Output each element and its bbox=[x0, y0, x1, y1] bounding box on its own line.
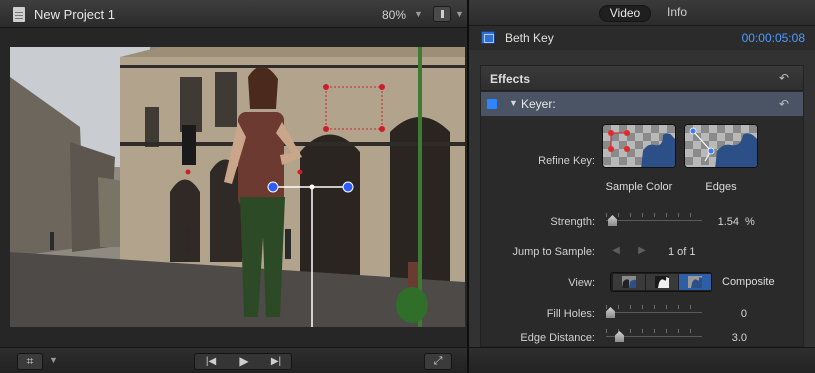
strength-slider[interactable] bbox=[606, 213, 702, 227]
keyer-effect-row[interactable]: ▼ Keyer: ↶ bbox=[481, 92, 803, 116]
next-sample-icon[interactable]: ▶ bbox=[631, 243, 653, 259]
tab-info[interactable]: Info bbox=[657, 5, 697, 22]
project-title: New Project 1 bbox=[34, 7, 115, 22]
effects-header: Effects ↶ bbox=[481, 66, 803, 91]
previous-sample-icon[interactable]: ◀ bbox=[605, 243, 627, 259]
project-document-icon bbox=[13, 7, 25, 22]
edge-distance-value[interactable]: 3.0 bbox=[711, 332, 747, 344]
edges-caption: Edges bbox=[705, 181, 737, 193]
inspector-panel: Video Info Beth Key 00:00:05:08 Effects … bbox=[469, 0, 815, 373]
clip-header: Beth Key 00:00:05:08 bbox=[469, 26, 815, 50]
sample-color-icon bbox=[603, 125, 675, 167]
fill-holes-label: Fill Holes: bbox=[546, 308, 595, 320]
view-mode-selector bbox=[610, 272, 712, 292]
view-matte-icon[interactable] bbox=[646, 274, 678, 290]
chevron-down-icon[interactable]: ▼ bbox=[455, 9, 464, 19]
skip-forward-icon[interactable]: ▶| bbox=[260, 354, 292, 369]
effect-enable-checkbox[interactable] bbox=[487, 99, 497, 109]
play-icon[interactable]: ▶ bbox=[228, 354, 260, 369]
effects-panel: Effects ↶ ▼ Keyer: ↶ Refine Key: Sample … bbox=[480, 65, 804, 347]
edge-distance-label: Edge Distance: bbox=[520, 332, 595, 344]
strength-label: Strength: bbox=[550, 216, 595, 228]
sample-count: 1 of 1 bbox=[668, 246, 696, 258]
effects-title: Effects bbox=[490, 72, 531, 86]
zoom-level[interactable]: 80% bbox=[382, 8, 406, 22]
viewer-title-bar: New Project 1 80% ▼ ▼ bbox=[0, 0, 467, 28]
refine-key-label: Refine Key: bbox=[538, 155, 595, 167]
fullscreen-icon[interactable]: ⤢ bbox=[424, 353, 452, 370]
clip-timecode: 00:00:05:08 bbox=[741, 31, 805, 45]
fill-holes-slider[interactable] bbox=[606, 305, 702, 319]
keyer-label: Keyer: bbox=[521, 97, 556, 111]
transport-controls: |◀ ▶ ▶| bbox=[194, 353, 292, 370]
strength-value[interactable]: 1.54 bbox=[703, 216, 739, 228]
viewer-panel: New Project 1 80% ▼ ▼ ⌗ ▼ |◀ ▶ ▶| ⤢ bbox=[0, 0, 467, 373]
reset-icon[interactable]: ↶ bbox=[777, 97, 791, 111]
view-label: View: bbox=[568, 277, 595, 289]
strength-unit: % bbox=[745, 216, 755, 228]
video-canvas[interactable] bbox=[10, 47, 465, 327]
fill-holes-value[interactable]: 0 bbox=[711, 308, 747, 320]
view-composite-matte-icon[interactable] bbox=[613, 274, 645, 290]
crop-transform-icon[interactable]: ⌗ bbox=[17, 353, 43, 370]
chevron-down-icon[interactable]: ▼ bbox=[49, 355, 58, 365]
edge-distance-slider[interactable] bbox=[606, 329, 702, 343]
view-mode-name: Composite bbox=[722, 276, 775, 288]
video-frame bbox=[10, 47, 465, 327]
jump-to-sample-label: Jump to Sample: bbox=[512, 246, 595, 258]
sample-color-button[interactable] bbox=[602, 124, 676, 168]
skip-back-icon[interactable]: |◀ bbox=[195, 354, 227, 369]
tab-video[interactable]: Video bbox=[599, 5, 651, 22]
disclosure-triangle-icon[interactable]: ▼ bbox=[509, 98, 518, 108]
edges-icon bbox=[685, 125, 757, 167]
clip-icon bbox=[481, 31, 495, 44]
inspector-tabs: Video Info bbox=[469, 0, 815, 26]
clip-name: Beth Key bbox=[505, 31, 554, 45]
view-options-icon[interactable] bbox=[433, 6, 451, 22]
viewer-toolbar: ⌗ ▼ |◀ ▶ ▶| ⤢ bbox=[0, 347, 467, 373]
inspector-bottom-bar bbox=[469, 347, 815, 373]
reset-icon[interactable]: ↶ bbox=[777, 71, 791, 85]
view-composite-icon[interactable] bbox=[679, 274, 711, 290]
chevron-down-icon[interactable]: ▼ bbox=[414, 9, 423, 19]
edges-button[interactable] bbox=[684, 124, 758, 168]
